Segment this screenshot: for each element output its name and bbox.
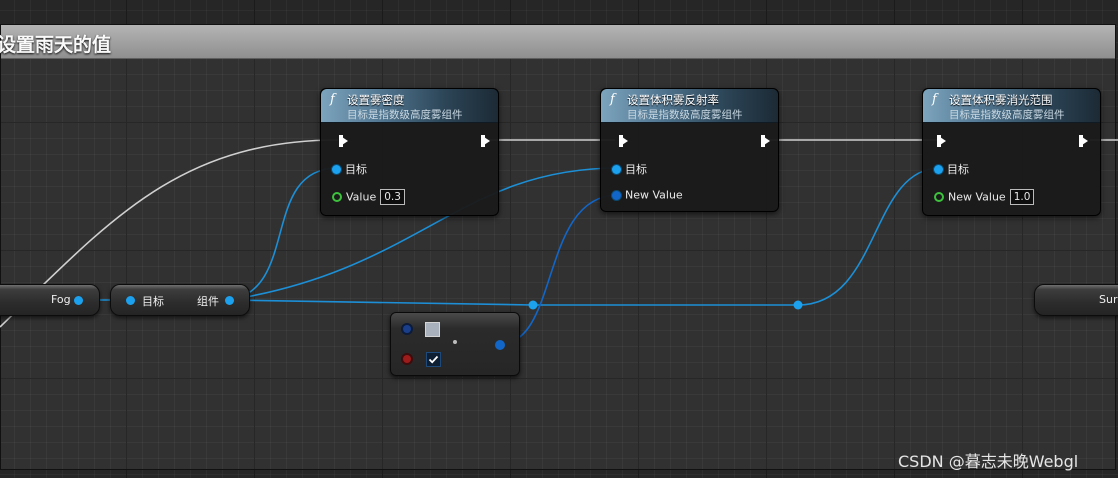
set-volumetric-fog-extinction-node[interactable]: f 设置体积雾消光范围 目标是指数级高度雾组件 目标 New Value 1.0 [922, 88, 1101, 216]
checkbox[interactable] [426, 352, 441, 367]
value-pin[interactable] [612, 190, 621, 200]
target-pin-row: 目标 [332, 161, 367, 177]
target-label: 目标 [142, 295, 164, 308]
select-node[interactable] [390, 312, 520, 376]
node-title: 设置体积雾反射率 [627, 93, 719, 107]
exec-out-pin[interactable] [761, 135, 770, 147]
target-label: 目标 [625, 163, 647, 176]
target-pin[interactable] [612, 164, 621, 174]
target-pin-row: 目标 [612, 161, 647, 177]
value-input[interactable]: 1.0 [1009, 189, 1035, 205]
target-pin-row: 目标 [934, 161, 969, 177]
fog-variable-label: Fog [51, 293, 71, 306]
value-pin-row: New Value 1.0 [934, 189, 1035, 205]
component-label: 组件 [197, 295, 219, 308]
target-pin[interactable] [934, 164, 943, 174]
wires [0, 139, 1118, 345]
value-pin-row: New Value [612, 188, 683, 204]
exec-out-pin[interactable] [481, 135, 490, 147]
value-input[interactable]: 0.3 [380, 189, 405, 205]
fog-output-pin[interactable] [74, 296, 83, 305]
target-pin[interactable] [332, 164, 341, 174]
node-title: 设置体积雾消光范围 [949, 93, 1053, 107]
exec-in-pin[interactable] [619, 135, 628, 147]
node-header[interactable]: f 设置体积雾消光范围 目标是指数级高度雾组件 [923, 89, 1100, 123]
node-subtitle: 目标是指数级高度雾组件 [627, 109, 743, 121]
set-volumetric-fog-albedo-node[interactable]: f 设置体积雾反射率 目标是指数级高度雾组件 目标 New Value [600, 88, 779, 212]
value-pin-row: Value 0.3 [332, 189, 405, 205]
return-value-pin[interactable] [495, 340, 505, 350]
function-icon: f [610, 92, 615, 107]
offscreen-node-label: Sur [1099, 293, 1118, 306]
pick-dot-icon [453, 340, 457, 344]
value-pin[interactable] [332, 192, 342, 202]
option-a-pin[interactable] [403, 325, 411, 333]
value-label: New Value [948, 190, 1006, 204]
watermark: CSDN @暮志未晚Webgl [898, 452, 1079, 471]
checkmark-icon [428, 355, 439, 364]
exec-in-pin[interactable] [937, 135, 946, 147]
value-label: Value [346, 190, 377, 204]
reroute-knot-1 [528, 300, 538, 310]
fog-variable-node[interactable]: Fog [0, 284, 100, 316]
function-icon: f [330, 92, 335, 107]
color-swatch[interactable] [425, 322, 440, 337]
set-fog-density-node[interactable]: f 设置雾密度 目标是指数级高度雾组件 目标 Value 0.3 [320, 88, 499, 216]
option-b-pin[interactable] [403, 355, 411, 363]
get-component-node[interactable]: 目标 组件 [110, 284, 250, 316]
target-label: 目标 [345, 163, 367, 176]
node-header[interactable]: f 设置体积雾反射率 目标是指数级高度雾组件 [601, 89, 778, 123]
function-icon: f [932, 92, 937, 107]
node-title: 设置雾密度 [347, 93, 405, 107]
target-label: 目标 [947, 163, 969, 176]
node-subtitle: 目标是指数级高度雾组件 [949, 109, 1065, 121]
reroute-knot-2 [793, 300, 803, 310]
component-output-pin[interactable] [225, 296, 234, 305]
value-label: New Value [625, 188, 683, 202]
target-input-pin[interactable] [126, 296, 135, 305]
value-pin[interactable] [934, 192, 944, 202]
exec-in-pin[interactable] [339, 135, 348, 147]
node-subtitle: 目标是指数级高度雾组件 [347, 109, 463, 121]
node-header[interactable]: f 设置雾密度 目标是指数级高度雾组件 [321, 89, 498, 123]
offscreen-node[interactable]: Sur [1034, 284, 1118, 316]
exec-out-pin[interactable] [1079, 135, 1088, 147]
